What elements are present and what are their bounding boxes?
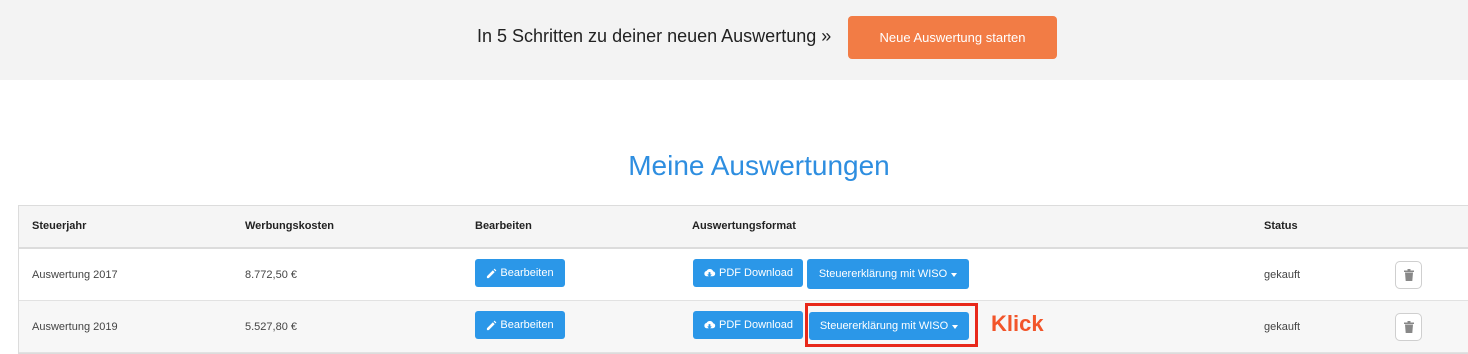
table-row: Auswertung 2017 8.772,50 € Bearbeiten PD…: [19, 249, 1468, 301]
pdf-download-label: PDF Download: [719, 319, 793, 331]
row-status: gekauft: [1264, 269, 1301, 281]
edit-button[interactable]: Bearbeiten: [475, 259, 565, 287]
start-new-evaluation-button[interactable]: Neue Auswertung starten: [848, 16, 1057, 59]
caret-down-icon: [952, 324, 959, 329]
wiso-dropdown-button[interactable]: Steuererklärung mit WISO: [807, 259, 969, 289]
edit-button-label: Bearbeiten: [500, 267, 554, 279]
top-banner: In 5 Schritten zu deiner neuen Auswertun…: [0, 0, 1468, 80]
pencil-icon: [487, 320, 497, 330]
row-year: Auswertung 2017: [32, 269, 118, 281]
cloud-download-icon: [704, 320, 716, 329]
evaluations-table: Steuerjahr Werbungskosten Bearbeiten Aus…: [18, 205, 1468, 354]
header-status: Status: [1264, 220, 1298, 232]
header-auswertungsformat: Auswertungsformat: [692, 220, 796, 232]
table-header: Steuerjahr Werbungskosten Bearbeiten Aus…: [19, 206, 1468, 249]
banner-text: In 5 Schritten zu deiner neuen Auswertun…: [477, 26, 832, 46]
header-werbungskosten: Werbungskosten: [245, 220, 335, 232]
pencil-icon: [487, 268, 497, 278]
wiso-dropdown-label: Steuererklärung mit WISO: [819, 320, 949, 332]
page-title: Meine Auswertungen: [628, 150, 890, 181]
click-annotation-label: Klick: [991, 311, 1044, 336]
cloud-download-icon: [704, 268, 716, 277]
header-bearbeiten: Bearbeiten: [475, 220, 532, 232]
pdf-download-button[interactable]: PDF Download: [693, 311, 803, 339]
row-status: gekauft: [1264, 321, 1301, 333]
pdf-download-button[interactable]: PDF Download: [693, 259, 803, 287]
wiso-dropdown-label: Steuererklärung mit WISO: [818, 268, 948, 280]
row-costs: 8.772,50 €: [245, 269, 297, 281]
trash-icon: [1403, 269, 1414, 281]
table-row: Auswertung 2019 5.527,80 € Bearbeiten PD…: [19, 301, 1468, 353]
wiso-dropdown-button[interactable]: Steuererklärung mit WISO: [809, 312, 969, 340]
header-steuerjahr: Steuerjahr: [32, 220, 87, 232]
pdf-download-label: PDF Download: [719, 267, 793, 279]
row-costs: 5.527,80 €: [245, 321, 297, 333]
caret-down-icon: [951, 272, 958, 277]
row-year: Auswertung 2019: [32, 321, 118, 333]
trash-icon: [1403, 321, 1414, 333]
delete-button[interactable]: [1395, 261, 1422, 289]
delete-button[interactable]: [1395, 313, 1422, 341]
edit-button[interactable]: Bearbeiten: [475, 311, 565, 339]
edit-button-label: Bearbeiten: [500, 319, 554, 331]
